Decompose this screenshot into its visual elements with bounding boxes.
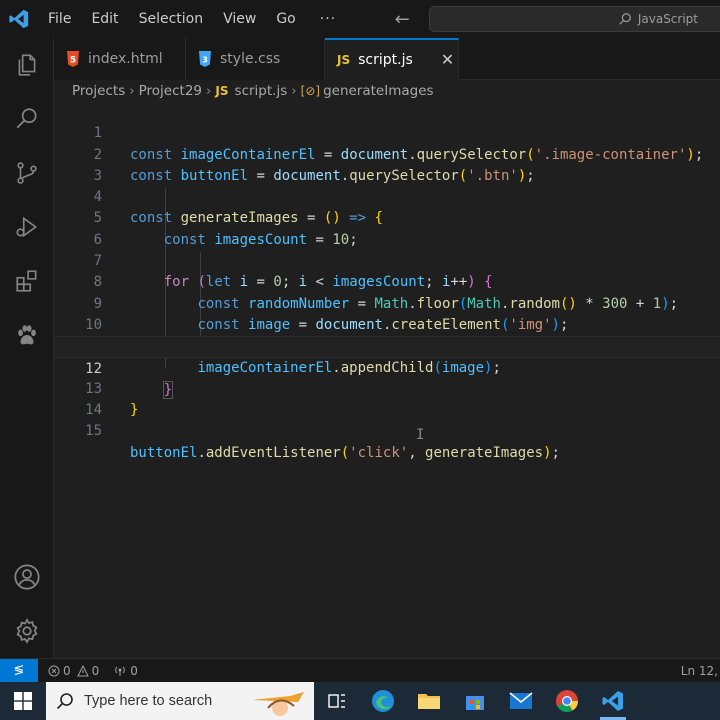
search-placeholder: Type here to search [84,693,213,709]
warning-icon [76,664,89,676]
search-icon[interactable] [12,104,42,134]
code-line: 4 const generateImages = () => { [54,166,720,226]
code-line: 9 const image = document.createElement('… [54,272,720,333]
tab-label: style.css [220,51,281,67]
edge-browser-icon[interactable] [360,682,406,720]
remote-indicator-icon[interactable]: ≶ [0,658,38,683]
back-arrow-icon[interactable]: ← [384,9,420,30]
status-bar: ≶ 0 0 0 Ln 12, [0,658,720,683]
code-line: 6 [54,209,720,248]
code-line-current: 12 } [54,336,720,399]
menu-edit[interactable]: Edit [81,0,128,38]
broadcast-icon [115,666,126,676]
problems-indicator[interactable]: 0 0 [48,664,99,678]
error-count: 0 [63,663,71,678]
menu-go[interactable]: Go [266,0,305,38]
warning-count: 0 [91,663,100,678]
file-explorer-icon[interactable] [406,682,452,720]
windows-start-icon[interactable] [0,682,46,720]
symbol-variable-icon: [⊘] [300,84,321,98]
breadcrumb-item[interactable]: script.js [235,83,288,99]
error-icon [48,665,60,676]
tab-label: script.js [358,51,413,68]
explorer-icon[interactable] [12,50,42,80]
account-icon[interactable] [12,562,42,592]
js-icon: JS [337,52,351,67]
breadcrumb-item[interactable]: Projects [72,83,125,99]
menu-more-icon[interactable]: ··· [306,11,350,27]
breadcrumb-item[interactable]: generateImages [323,83,433,99]
editor-tab-bar: 5 index.html 3 style.css JS script.js ✕ [54,38,720,80]
source-control-icon[interactable] [12,158,42,188]
code-line: 13 } [54,358,720,418]
ports-count: 0 [130,663,138,678]
code-line: 2 const buttonEl = document.querySelecto… [54,123,720,184]
search-text: JavaScript [637,12,698,26]
cursor-position[interactable]: Ln 12, [681,659,720,683]
command-center-search[interactable]: JavaScript [429,6,720,32]
css-icon: 3 [198,51,212,67]
code-line: 5 const imagesCount = 10; [54,187,720,247]
search-icon [619,13,631,25]
chevron-right-icon: › [206,83,212,99]
code-line: 14 [54,379,720,418]
extensions-icon[interactable] [12,266,42,296]
breadcrumb: Projects › Project29 › JS script.js › [⊘… [54,80,720,102]
run-debug-icon[interactable] [12,212,42,242]
chevron-right-icon: › [291,83,297,99]
code-line: 11 imageContainerEl.appendChild(image); [54,315,720,375]
taskbar-search-box[interactable]: Type here to search [46,682,314,720]
search-highlight-pencil-icon [252,692,304,716]
code-editor[interactable]: 1 const imageContainerEl = document.quer… [54,102,720,658]
chrome-browser-icon[interactable] [544,682,590,720]
code-line: 7 for (let i = 0; i < imagesCount; i++) … [54,230,720,290]
vscode-taskbar-icon[interactable] [590,682,636,720]
code-line: 1 const imageContainerEl = document.quer… [54,102,720,162]
settings-gear-icon[interactable] [12,616,42,646]
microsoft-store-icon[interactable] [452,682,498,720]
paw-extension-icon[interactable] [12,320,42,350]
menu-selection[interactable]: Selection [129,0,214,38]
search-icon [56,693,73,710]
code-line: 10 image.src = `https://picsum.photos/30… [54,294,720,354]
tab-label: index.html [88,51,163,67]
chevron-right-icon: › [129,83,135,99]
title-bar: File Edit Selection View Go ··· ← → Java… [0,0,720,38]
js-icon: JS [215,84,229,98]
svg-text:3: 3 [202,56,208,65]
tab-script-js[interactable]: JS script.js ✕ [325,38,459,80]
tab-index-html[interactable]: 5 index.html [54,38,186,80]
task-view-icon[interactable] [314,682,360,720]
menu-view[interactable]: View [213,0,266,38]
code-text: buttonEl.addEventListener('click', gener… [130,444,560,461]
vscode-logo-icon[interactable] [0,0,38,38]
code-line: 8 const randomNumber = Math.floor(Math.r… [54,251,720,311]
menu-file[interactable]: File [38,0,81,38]
html5-icon: 5 [66,51,80,67]
ports-indicator[interactable]: 0 [113,664,138,678]
code-line: 3 [54,145,720,184]
svg-text:5: 5 [70,56,76,66]
code-line: 15 buttonEl.addEventListener('click', ge… [54,400,720,460]
activity-bar [0,38,54,658]
menu-bar: File Edit Selection View Go ··· [38,0,350,38]
windows-taskbar: Type here to search [0,682,720,720]
breadcrumb-item[interactable]: Project29 [139,83,202,99]
mouse-ibeam-cursor-icon: I [416,427,425,443]
line-number: 15 [85,423,102,440]
mail-icon[interactable] [498,682,544,720]
close-icon[interactable]: ✕ [441,50,454,69]
tab-style-css[interactable]: 3 style.css [186,38,325,80]
